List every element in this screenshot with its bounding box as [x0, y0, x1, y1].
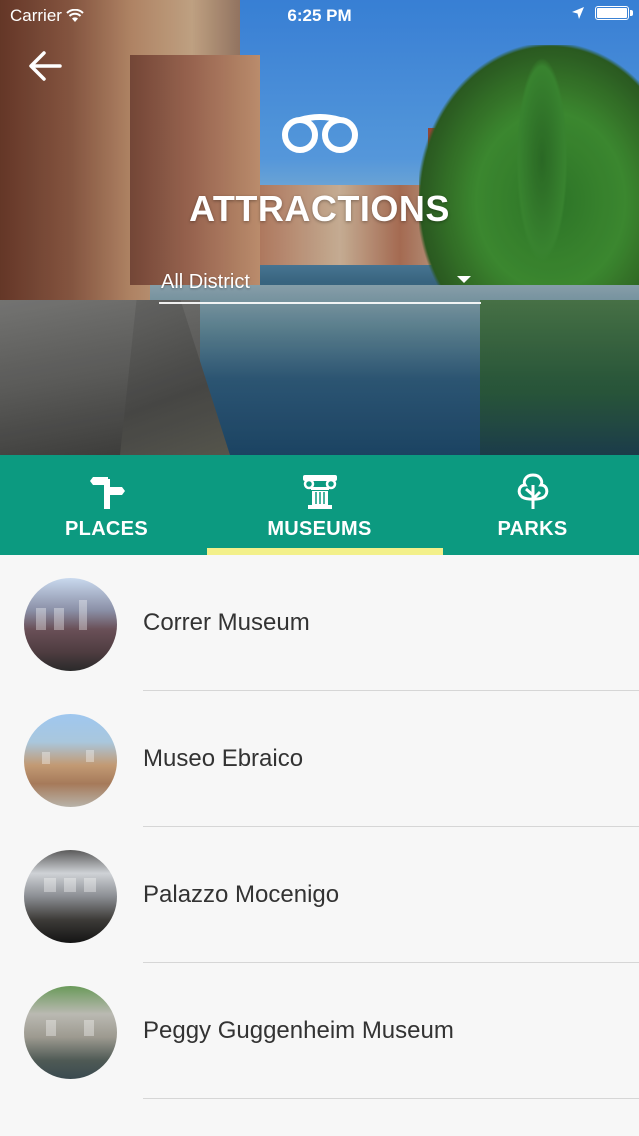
back-arrow-icon[interactable] [26, 48, 64, 84]
list-item[interactable]: Palazzo Mocenigo [0, 827, 639, 963]
tab-label: PARKS [497, 518, 568, 540]
status-bar: Carrier 6:25 PM [0, 0, 639, 32]
tab-museums[interactable]: MUSEUMS [213, 455, 426, 555]
museum-name: Peggy Guggenheim Museum [143, 1017, 454, 1044]
museum-list: Correr Museum Museo Ebraico Palazzo Moce… [0, 555, 639, 1099]
museum-thumbnail [24, 578, 117, 671]
battery-icon [595, 6, 633, 20]
caret-down-icon [457, 276, 471, 283]
museum-thumbnail [24, 714, 117, 807]
signpost-icon [89, 477, 125, 509]
tab-places[interactable]: PLACES [0, 455, 213, 555]
tree-icon [517, 473, 548, 509]
list-item[interactable]: Correr Museum [0, 555, 639, 691]
tab-label: PLACES [65, 518, 148, 540]
tab-parks[interactable]: PARKS [426, 455, 639, 555]
list-item[interactable]: Museo Ebraico [0, 691, 639, 827]
status-time: 6:25 PM [287, 6, 352, 25]
tab-label: MUSEUMS [267, 518, 372, 540]
museum-thumbnail [24, 850, 117, 943]
district-dropdown-value: All District [161, 271, 250, 293]
list-item[interactable]: Peggy Guggenheim Museum [0, 963, 639, 1099]
museum-name: Museo Ebraico [143, 745, 304, 772]
district-dropdown[interactable]: All District [159, 268, 481, 304]
page-title: ATTRACTIONS [189, 188, 450, 229]
museum-thumbnail [24, 986, 117, 1079]
selected-tab-indicator [207, 548, 443, 555]
divider [143, 1098, 639, 1099]
category-tab-bar: PLACES MUSEUMS PARKS [0, 455, 639, 555]
column-icon [302, 475, 337, 509]
location-arrow-icon [572, 7, 584, 19]
museum-name: Correr Museum [143, 609, 310, 636]
museum-name: Palazzo Mocenigo [143, 881, 340, 908]
binoculars-icon [282, 114, 358, 153]
